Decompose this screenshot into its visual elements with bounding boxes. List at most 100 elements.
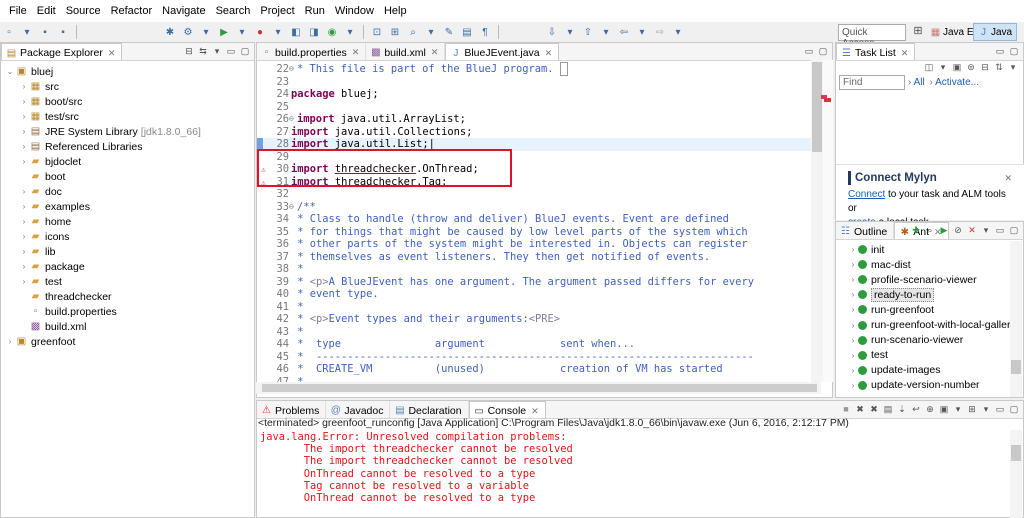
open-type-icon[interactable]: ⊡	[370, 25, 384, 39]
pin-console-icon[interactable]: ⊕	[924, 403, 936, 415]
tree-item[interactable]: › ▣ greenfoot	[1, 334, 254, 349]
chevron-right-icon[interactable]: ›	[19, 232, 29, 241]
remove-launch-icon[interactable]: ✖	[854, 403, 866, 415]
tab-javadoc[interactable]: @ Javadoc	[326, 401, 391, 418]
forward-icon[interactable]: ⇨	[653, 25, 667, 39]
tree-item[interactable]: ▰ threadchecker	[1, 289, 254, 304]
maximize-icon[interactable]: ▢	[239, 45, 251, 57]
code-area[interactable]: 22 ⊖ * This file is part of the BlueJ prog…	[257, 61, 822, 383]
toggle-block-icon[interactable]: ▤	[460, 25, 474, 39]
open-console-icon[interactable]: ⊞	[966, 403, 978, 415]
chevron-right-icon[interactable]: ›	[19, 97, 29, 106]
chevron-right-icon[interactable]: ›	[19, 157, 29, 166]
minimize-icon[interactable]: ▭	[994, 224, 1006, 236]
tab-problems[interactable]: ⚠ Problems	[257, 401, 327, 418]
ant-target[interactable]: › update-version-number	[836, 378, 1023, 393]
scroll-lock-icon[interactable]: ⇣	[896, 403, 908, 415]
tab-build-xml[interactable]: ▩ build.xml ✕	[366, 43, 446, 60]
tree-item[interactable]: › ▰ home	[1, 214, 254, 229]
back-icon[interactable]: ⇦	[617, 25, 631, 39]
all-link[interactable]: All	[914, 77, 925, 88]
chevron-down-icon[interactable]: ▾	[20, 25, 34, 39]
next-annotation-icon[interactable]: ⇩	[545, 25, 559, 39]
tree-item[interactable]: › ▰ lib	[1, 244, 254, 259]
close-icon[interactable]: ✕	[1004, 173, 1012, 184]
minimize-icon[interactable]: ▭	[803, 45, 815, 57]
chevron-right-icon[interactable]: ›	[19, 127, 29, 136]
chevron-right-icon[interactable]: ›	[19, 247, 29, 256]
menu-source[interactable]: Source	[61, 0, 106, 22]
tab-build-properties[interactable]: ▫ build.properties ✕	[257, 43, 367, 60]
prev-annotation-icon[interactable]: ⇧	[581, 25, 595, 39]
menu-run[interactable]: Run	[300, 0, 330, 22]
menu-project[interactable]: Project	[255, 0, 299, 22]
search-buildfile-icon[interactable]: ⌕	[924, 224, 936, 236]
maximize-icon[interactable]: ▢	[817, 45, 829, 57]
tree-item[interactable]: ▰ boot	[1, 169, 254, 184]
menu-window[interactable]: Window	[330, 0, 379, 22]
console-scroll-thumb[interactable]	[1011, 445, 1021, 461]
close-icon[interactable]: ✕	[901, 48, 909, 59]
run-icon[interactable]: ▶	[217, 25, 231, 39]
fold-icon[interactable]: ⊖	[289, 113, 294, 126]
mark-occurrences-icon[interactable]: ✎	[442, 25, 456, 39]
view-menu-icon[interactable]: ▾	[980, 224, 992, 236]
menu-refactor[interactable]: Refactor	[106, 0, 158, 22]
tree-item[interactable]: › ▰ icons	[1, 229, 254, 244]
outline-scroll-thumb[interactable]	[1011, 360, 1021, 374]
ant-target[interactable]: › update-images	[836, 363, 1023, 378]
chevron-down-icon[interactable]: ▾	[343, 25, 357, 39]
ant-target[interactable]: › test	[836, 348, 1023, 363]
chevron-down-icon[interactable]: ▾	[671, 25, 685, 39]
chevron-right-icon[interactable]: ›	[848, 275, 858, 284]
add-buildfile-icon[interactable]: ✚	[910, 224, 922, 236]
maximize-icon[interactable]: ▢	[1008, 403, 1020, 415]
tree-item[interactable]: › ▰ doc	[1, 184, 254, 199]
chevron-right-icon[interactable]: ›	[848, 366, 858, 375]
chevron-down-icon[interactable]: ▾	[563, 25, 577, 39]
chevron-right-icon[interactable]: ›	[848, 260, 858, 269]
console-vertical-scrollbar[interactable]	[1010, 430, 1022, 518]
remove-all-icon[interactable]: ✖	[868, 403, 880, 415]
terminate-icon[interactable]: ■	[840, 403, 852, 415]
tab-outline[interactable]: ☷ Outline	[836, 222, 895, 239]
close-icon[interactable]: ✕	[431, 47, 439, 58]
bug-icon[interactable]: ✱	[163, 25, 177, 39]
fold-icon[interactable]: ⊖	[289, 63, 294, 76]
chevron-right-icon[interactable]: ›	[19, 142, 29, 151]
view-menu-icon[interactable]: ▾	[211, 45, 223, 57]
tree-item[interactable]: › ▦ src	[1, 79, 254, 94]
tab-console[interactable]: ▭ Console ✕	[468, 401, 546, 418]
run-icon[interactable]: ▶	[938, 224, 950, 236]
chevron-right-icon[interactable]: ›	[848, 305, 858, 314]
chevron-right-icon[interactable]: ›	[848, 290, 858, 299]
chevron-down-icon[interactable]: ▾	[937, 61, 949, 73]
save-icon[interactable]: ▪	[38, 25, 52, 39]
overview-ruler[interactable]	[823, 60, 833, 382]
menu-help[interactable]: Help	[379, 0, 412, 22]
ant-target[interactable]: › mac-dist	[836, 257, 1023, 272]
tab-task-list[interactable]: ☰ Task List ✕	[836, 43, 916, 60]
external-tools-icon[interactable]: ●	[253, 25, 267, 39]
tree-item[interactable]: › ▦ test/src	[1, 109, 254, 124]
mylyn-connect-link[interactable]: Connect	[848, 189, 885, 200]
tree-item[interactable]: › ▤ Referenced Libraries	[1, 139, 254, 154]
editor-scroll-thumb[interactable]	[812, 62, 822, 152]
menu-file[interactable]: File	[4, 0, 32, 22]
filter-icon[interactable]: ⊜	[965, 61, 977, 73]
clear-console-icon[interactable]: ▤	[882, 403, 894, 415]
close-icon[interactable]: ✕	[352, 47, 360, 58]
chevron-right-icon[interactable]: ›	[19, 187, 29, 196]
chevron-right-icon[interactable]: ›	[848, 351, 858, 360]
tree-item[interactable]: › ▰ examples	[1, 199, 254, 214]
minimize-icon[interactable]: ▭	[994, 403, 1006, 415]
collapse-all-icon[interactable]: ⊟	[183, 45, 195, 57]
chevron-right-icon[interactable]: ›	[19, 202, 29, 211]
close-icon[interactable]: ✕	[545, 48, 553, 59]
ant-target[interactable]: › ready-to-run	[836, 287, 1023, 302]
tree-item[interactable]: › ▰ bjdoclet	[1, 154, 254, 169]
chevron-right-icon[interactable]: ›	[848, 321, 858, 330]
chevron-down-icon[interactable]: ⌄	[5, 67, 15, 76]
link-editor-icon[interactable]: ⇆	[197, 45, 209, 57]
chevron-right-icon[interactable]: ›	[848, 336, 858, 345]
